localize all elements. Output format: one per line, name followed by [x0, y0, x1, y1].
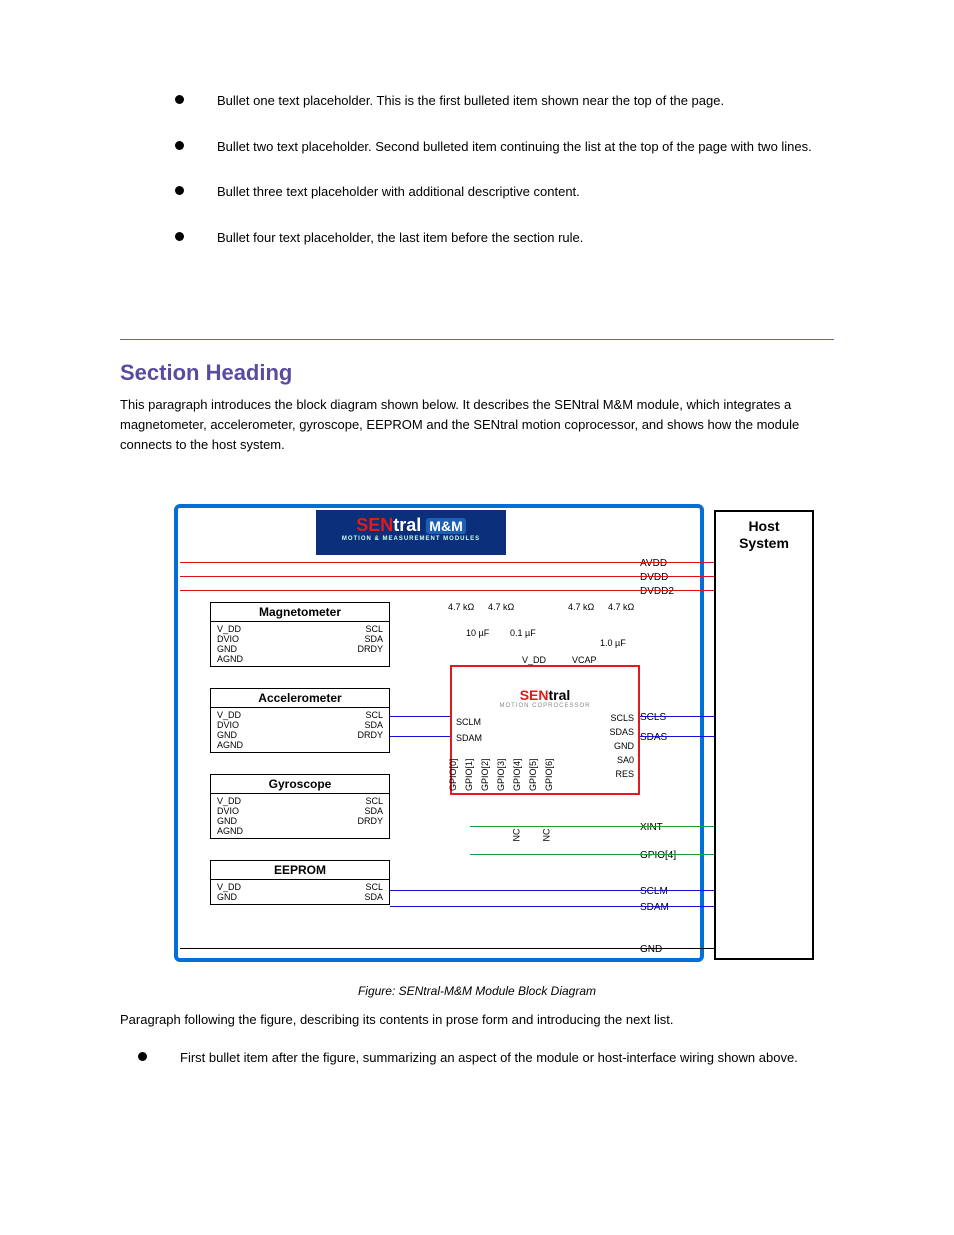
- chip-pin-gpio4: GPIO[4]: [512, 758, 522, 791]
- after-figure-text: Paragraph following the figure, describi…: [120, 1010, 834, 1086]
- host-system-block: HostSystem: [714, 510, 814, 960]
- pullup-right-1: 4.7 kΩ: [568, 602, 594, 612]
- brand-tral: tral: [393, 515, 421, 535]
- sensor-gyroscope: Gyroscope V_DDDVIOGNDAGND SCLSDADRDY: [210, 774, 390, 839]
- accelerometer-title: Accelerometer: [211, 689, 389, 708]
- brand-mm: M&M: [426, 518, 465, 534]
- eeprom-title: EEPROM: [211, 861, 389, 880]
- cap-1p0uf: 1.0 µF: [600, 638, 626, 648]
- module-brand-banner: SENtral M&M MOTION & MEASUREMENT MODULES: [316, 510, 506, 555]
- wire-gpio4: [470, 854, 714, 855]
- signal-gpio4: GPIO[4]: [640, 848, 720, 864]
- chip-pin-gpio2: GPIO[2]: [480, 758, 490, 791]
- chip-subtitle: MOTION COPROCESSOR: [452, 703, 638, 709]
- sensor-magnetometer: Magnetometer V_DDDVIOGNDAGND SCLSDADRDY: [210, 602, 390, 667]
- host-label-1: Host: [748, 518, 779, 534]
- bullet-1: Bullet one text placeholder. This is the…: [175, 91, 824, 111]
- bullet-3: Bullet three text placeholder with addit…: [175, 182, 824, 202]
- bullet-4: Bullet four text placeholder, the last i…: [175, 228, 824, 248]
- pullup-left-2: 4.7 kΩ: [488, 602, 514, 612]
- chip-pin-gpio1: GPIO[1]: [464, 758, 474, 791]
- nc-label-1: NC: [512, 829, 522, 842]
- chip-pin-scls: SCLS: [610, 713, 634, 723]
- after-paragraph: Paragraph following the figure, describi…: [120, 1010, 834, 1030]
- signal-xint: XINT: [640, 820, 720, 836]
- pullup-right-2: 4.7 kΩ: [608, 602, 634, 612]
- section-divider: [120, 339, 834, 340]
- chip-pin-gpio0: GPIO[0]: [448, 758, 458, 791]
- after-bullet-1: First bullet item after the figure, summ…: [120, 1048, 834, 1068]
- wire-dvdd: [180, 576, 714, 577]
- sensor-accelerometer: Accelerometer V_DDDVIOGNDAGND SCLSDADRDY: [210, 688, 390, 753]
- section-heading: Section Heading: [120, 360, 292, 386]
- wire-xint: [470, 826, 714, 827]
- chip-pin-gpio5: GPIO[5]: [528, 758, 538, 791]
- cap-10uf: 10 µF: [466, 628, 489, 638]
- chip-pin-gpio3: GPIO[3]: [496, 758, 506, 791]
- signal-scls: SCLS: [640, 710, 720, 726]
- sentral-chip: SENtral MOTION COPROCESSOR V_DD VCAP SCL…: [450, 665, 640, 795]
- chip-sen: SEN: [520, 687, 549, 703]
- wire-sclm: [390, 890, 714, 891]
- chip-pin-sclm: SCLM: [456, 717, 481, 727]
- chip-tral: tral: [549, 687, 571, 703]
- magnetometer-title: Magnetometer: [211, 603, 389, 622]
- signal-dvdd2: DVDD2: [640, 584, 720, 600]
- block-diagram-figure: SENtral M&M MOTION & MEASUREMENT MODULES…: [170, 500, 820, 970]
- wire-dvdd2: [180, 590, 714, 591]
- signal-sclm: SCLM: [640, 884, 720, 900]
- pullup-left-1: 4.7 kΩ: [448, 602, 474, 612]
- cap-0p1uf: 0.1 µF: [510, 628, 536, 638]
- signal-sdas: SDAS: [640, 730, 720, 746]
- brand-sen: SEN: [356, 515, 393, 535]
- section-intro-paragraph: This paragraph introduces the block diag…: [120, 395, 834, 455]
- host-label-2: System: [739, 535, 789, 551]
- sensor-eeprom: EEPROM V_DDGND SCLSDA: [210, 860, 390, 905]
- wire-gnd: [180, 948, 714, 949]
- wire-avdd: [180, 562, 714, 563]
- chip-pin-sdam: SDAM: [456, 733, 482, 743]
- nc-label-2: NC: [542, 829, 552, 842]
- figure-caption: Figure: SENtral-M&M Module Block Diagram: [0, 984, 954, 998]
- chip-pin-vdd: V_DD: [522, 655, 546, 665]
- gyroscope-title: Gyroscope: [211, 775, 389, 794]
- chip-pin-gnd: GND: [614, 741, 634, 751]
- chip-pin-sdas: SDAS: [609, 727, 634, 737]
- chip-pin-sa0: SA0: [617, 755, 634, 765]
- chip-pin-vcap: VCAP: [572, 655, 597, 665]
- chip-pin-res: RES: [615, 769, 634, 779]
- signal-sdam: SDAM: [640, 900, 720, 916]
- top-bullet-list: Bullet one text placeholder. This is the…: [135, 91, 824, 273]
- wire-sdam: [390, 906, 714, 907]
- signal-gnd: GND: [640, 942, 720, 958]
- chip-pin-gpio6: GPIO[6]: [544, 758, 554, 791]
- brand-subtitle: MOTION & MEASUREMENT MODULES: [316, 536, 506, 542]
- bullet-2: Bullet two text placeholder. Second bull…: [175, 137, 824, 157]
